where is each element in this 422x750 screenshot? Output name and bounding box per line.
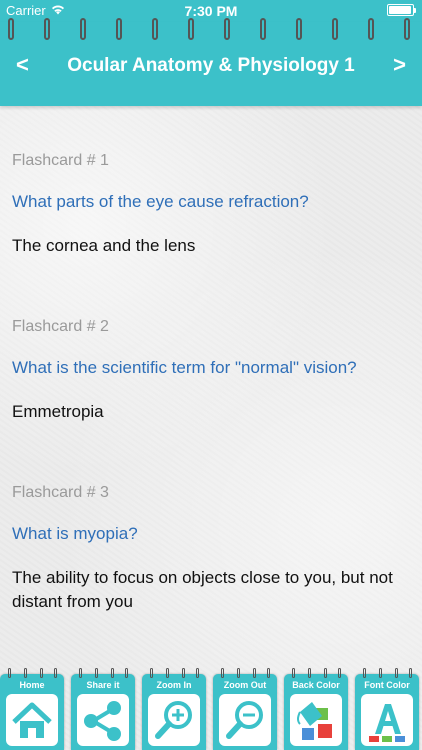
- share-icon: [77, 694, 129, 746]
- flashcard: Flashcard # 2 What is the scientific ter…: [12, 318, 410, 424]
- back-color-button[interactable]: Back Color: [284, 668, 348, 750]
- font-color-label: Font Color: [364, 680, 410, 690]
- flashcard: Flashcard # 3 What is myopia? The abilit…: [12, 484, 410, 614]
- flashcard: Flashcard # 1 What parts of the eye caus…: [12, 152, 410, 258]
- flashcard-answer: The cornea and the lens: [12, 236, 196, 255]
- zoom-out-label: Zoom Out: [223, 680, 267, 690]
- flashcard-label: Flashcard # 3: [12, 484, 109, 501]
- flashcard-question: What is the scientific term for "normal"…: [12, 358, 357, 377]
- zoom-in-icon: [148, 694, 200, 746]
- flashcard-answer: Emmetropia: [12, 402, 104, 421]
- next-button[interactable]: >: [393, 52, 406, 78]
- page-title: Ocular Anatomy & Physiology 1: [67, 55, 355, 76]
- zoom-in-label: Zoom In: [156, 680, 192, 690]
- header-bar: < Ocular Anatomy & Physiology 1 >: [0, 18, 422, 106]
- flashcard-label: Flashcard # 1: [12, 152, 109, 169]
- zoom-out-icon: [219, 694, 271, 746]
- font-color-button[interactable]: Font Color: [355, 668, 419, 750]
- flashcard-question: What parts of the eye cause refraction?: [12, 192, 309, 211]
- status-time: 7:30 PM: [184, 3, 238, 19]
- home-label: Home: [19, 680, 45, 690]
- previous-button[interactable]: <: [16, 52, 29, 78]
- font-letter-icon: [361, 694, 413, 746]
- battery-icon: [387, 4, 416, 16]
- share-label: Share it: [86, 680, 120, 690]
- bottom-toolbar: Home Share it Zoom In Zoom Out Back Colo…: [0, 666, 422, 750]
- zoom-out-button[interactable]: Zoom Out: [213, 668, 277, 750]
- zoom-in-button[interactable]: Zoom In: [142, 668, 206, 750]
- back-color-label: Back Color: [292, 680, 340, 690]
- flashcard-question: What is myopia?: [12, 524, 138, 543]
- share-button[interactable]: Share it: [71, 668, 135, 750]
- home-button[interactable]: Home: [0, 668, 64, 750]
- home-icon: [6, 694, 58, 746]
- flashcard-answer: The ability to focus on objects close to…: [12, 568, 393, 611]
- paint-bucket-icon: [290, 694, 342, 746]
- flashcard-label: Flashcard # 2: [12, 318, 109, 335]
- flashcard-list: Flashcard # 1 What parts of the eye caus…: [0, 106, 422, 666]
- binder-rings: [0, 18, 422, 48]
